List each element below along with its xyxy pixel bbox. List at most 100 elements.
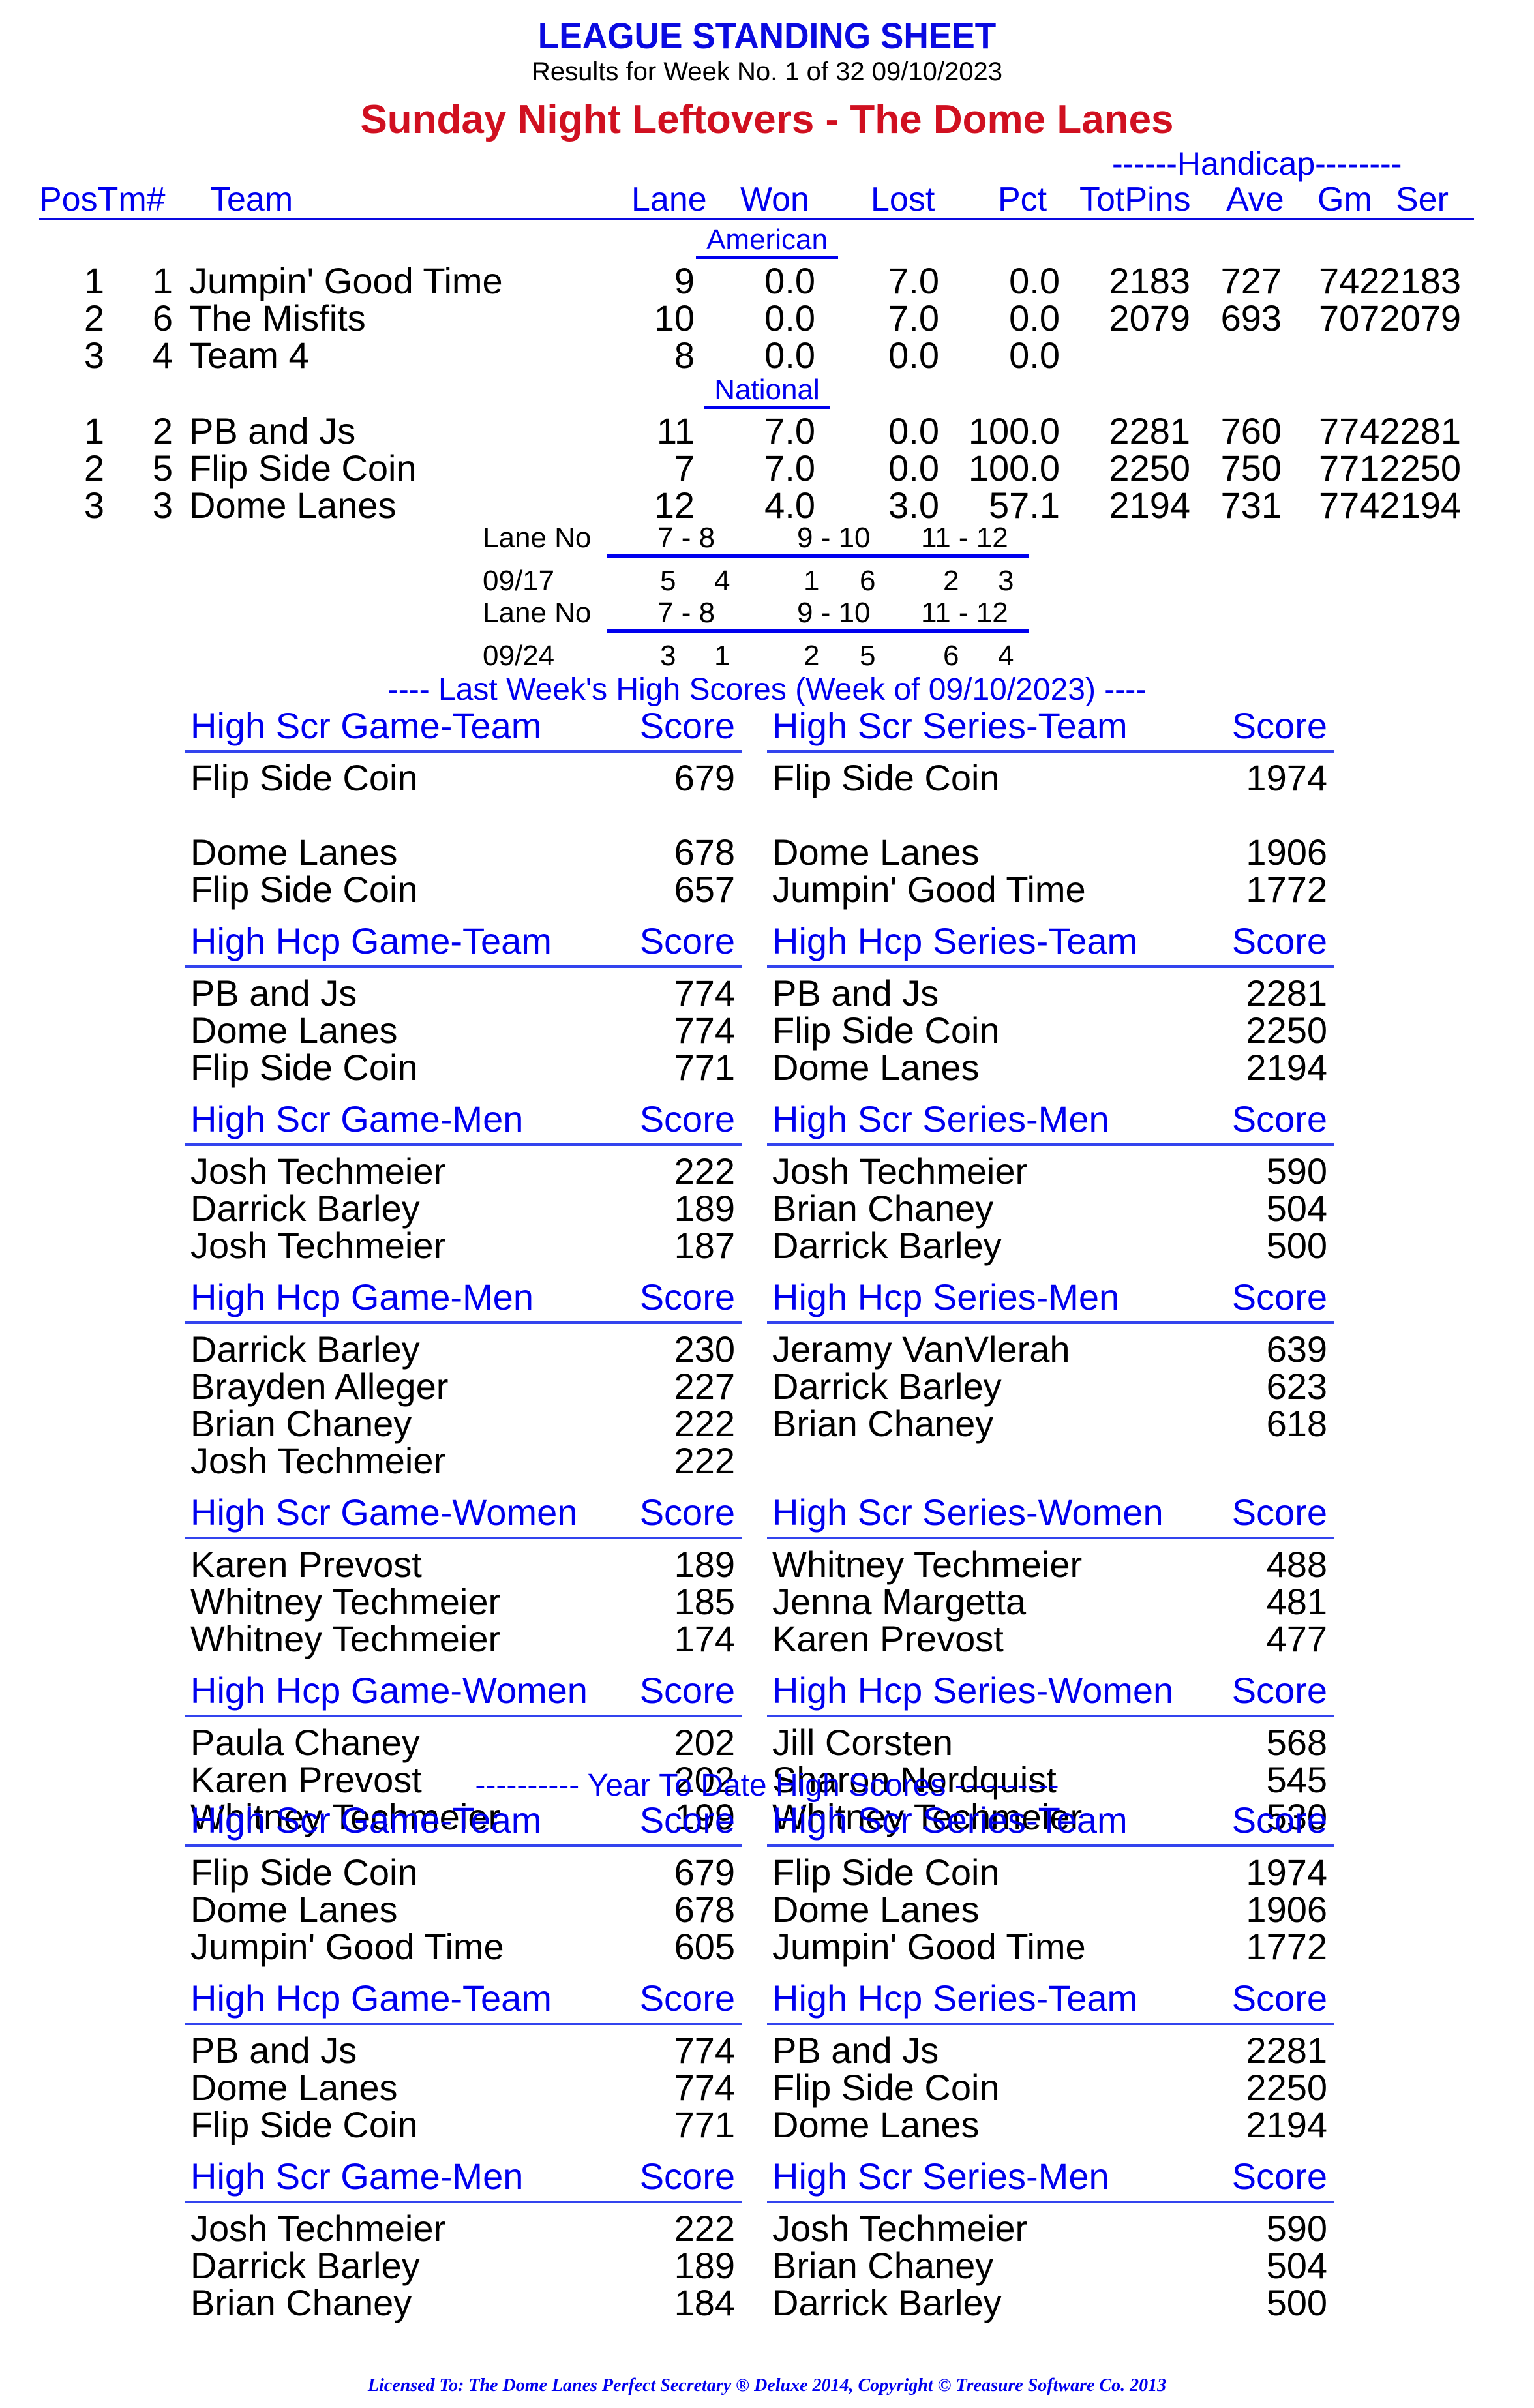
standings-pct: 100.0	[968, 410, 1060, 451]
score-header: Score	[639, 1276, 735, 1317]
high-score-value: 1906	[1246, 1889, 1327, 1930]
high-score-name: Josh Techmeier	[190, 1151, 446, 1192]
high-score-value: 1974	[1246, 1852, 1327, 1893]
standings-lost: 7.0	[888, 260, 939, 301]
high-score-name: Flip Side Coin	[772, 757, 1000, 798]
lane-team: 2	[804, 640, 820, 672]
standings-lane: 8	[674, 335, 695, 376]
high-score-name: Flip Side Coin	[190, 757, 418, 798]
high-score-name: Brayden Alleger	[190, 1366, 449, 1407]
lane-pair: 7 - 8	[657, 597, 715, 629]
standings-ave: 693	[1220, 297, 1282, 339]
standings-pct: 0.0	[1009, 297, 1060, 339]
high-score-category: High Hcp Series-Men	[772, 1276, 1120, 1317]
high-score-value: 222	[674, 1403, 735, 1444]
high-score-value: 230	[674, 1329, 735, 1370]
high-score-name: Whitney Techmeier	[190, 1581, 501, 1622]
col-lost: Lost	[871, 181, 935, 218]
high-score-value: 222	[674, 1151, 735, 1192]
high-score-name: Jumpin' Good Time	[772, 1926, 1086, 1967]
standings-ave: 760	[1220, 410, 1282, 451]
col-totpins: TotPins	[1079, 181, 1191, 218]
score-header: Score	[639, 920, 735, 961]
high-score-value: 1772	[1246, 869, 1327, 910]
high-score-name: Whitney Techmeier	[772, 1544, 1083, 1585]
high-score-name: Flip Side Coin	[772, 1852, 1000, 1893]
high-score-value: 771	[674, 2104, 735, 2145]
col-pct: Pct	[998, 181, 1047, 218]
standings-totpins: 2281	[1109, 410, 1190, 451]
handicap-label: ------Handicap--------	[1112, 145, 1402, 182]
standings-lane: 9	[674, 260, 695, 301]
high-score-name: Brian Chaney	[772, 1403, 994, 1444]
lane-team: 5	[860, 640, 876, 672]
high-score-value: 679	[674, 1852, 735, 1893]
category-underline	[767, 965, 1334, 968]
standings-lost: 0.0	[888, 335, 939, 376]
standings-ave: 727	[1220, 260, 1282, 301]
lane-date: 09/17	[483, 565, 555, 597]
standings-tm: 1	[152, 260, 173, 301]
high-score-value: 2281	[1246, 2030, 1327, 2071]
high-score-name: Karen Prevost	[190, 1544, 422, 1585]
score-header: Score	[639, 2156, 735, 2197]
lane-pair: 11 - 12	[921, 522, 1008, 554]
high-score-value: 568	[1266, 1722, 1327, 1763]
high-score-name: Josh Techmeier	[772, 1151, 1028, 1192]
high-score-name: Jumpin' Good Time	[190, 1926, 504, 1967]
standings-tm: 4	[152, 335, 173, 376]
lane-team: 1	[714, 640, 730, 672]
high-score-value: 189	[674, 2245, 735, 2286]
score-header: Score	[1231, 920, 1327, 961]
col-pos-tm: PosTm#	[39, 181, 166, 218]
high-score-category: High Hcp Game-Team	[190, 920, 552, 961]
category-underline	[767, 750, 1334, 753]
high-score-value: 2281	[1246, 972, 1327, 1014]
high-score-name: PB and Js	[190, 2030, 357, 2071]
high-score-name: Flip Side Coin	[190, 2104, 418, 2145]
high-score-name: PB and Js	[772, 972, 939, 1014]
high-score-value: 590	[1266, 1151, 1327, 1192]
license-footer: Licensed To: The Dome Lanes Perfect Secr…	[367, 2375, 1167, 2396]
score-header: Score	[1231, 1276, 1327, 1317]
high-score-name: Flip Side Coin	[772, 1010, 1000, 1051]
last-week-title: ---- Last Week's High Scores (Week of 09…	[387, 672, 1147, 707]
header-divider	[39, 218, 1474, 220]
high-score-name: Brian Chaney	[772, 1188, 994, 1229]
high-score-name: Josh Techmeier	[190, 2208, 446, 2249]
high-score-name: Paula Chaney	[190, 1722, 420, 1763]
high-score-name: Darrick Barley	[772, 2282, 1002, 2323]
standings-lost: 0.0	[888, 410, 939, 451]
standings-won: 0.0	[764, 335, 815, 376]
high-score-value: 774	[674, 2067, 735, 2108]
standings-totpins: 2194	[1109, 485, 1190, 526]
high-score-value: 222	[674, 1440, 735, 1481]
standings-won: 7.0	[764, 410, 815, 451]
high-score-value: 1772	[1246, 1926, 1327, 1967]
standings-ave: 731	[1220, 485, 1282, 526]
standings-totpins: 2183	[1109, 260, 1190, 301]
high-score-value: 500	[1266, 1225, 1327, 1266]
high-score-name: Dome Lanes	[190, 832, 398, 873]
standings-pct: 0.0	[1009, 335, 1060, 376]
standings-team: Flip Side Coin	[189, 447, 417, 489]
high-score-name: Flip Side Coin	[190, 1852, 418, 1893]
score-header: Score	[1231, 1799, 1327, 1841]
high-score-category: High Scr Series-Men	[772, 2156, 1109, 2197]
lane-team: 1	[804, 565, 820, 597]
standings-tm: 3	[152, 485, 173, 526]
standings-pct: 100.0	[968, 447, 1060, 489]
standings-team: The Misfits	[189, 297, 366, 339]
lane-divider	[607, 554, 1029, 558]
high-score-value: 187	[674, 1225, 735, 1266]
high-score-name: Jenna Margetta	[772, 1581, 1027, 1622]
high-score-category: High Scr Game-Team	[190, 1799, 542, 1841]
division-name: National	[704, 374, 830, 409]
standings-won: 7.0	[764, 447, 815, 489]
lane-pair: 9 - 10	[797, 522, 871, 554]
high-score-value: 623	[1266, 1366, 1327, 1407]
score-header: Score	[1231, 1492, 1327, 1533]
division-label: National	[0, 374, 1534, 409]
category-underline	[185, 1715, 742, 1717]
league-name: Sunday Night Leftovers - The Dome Lanes	[360, 97, 1174, 142]
